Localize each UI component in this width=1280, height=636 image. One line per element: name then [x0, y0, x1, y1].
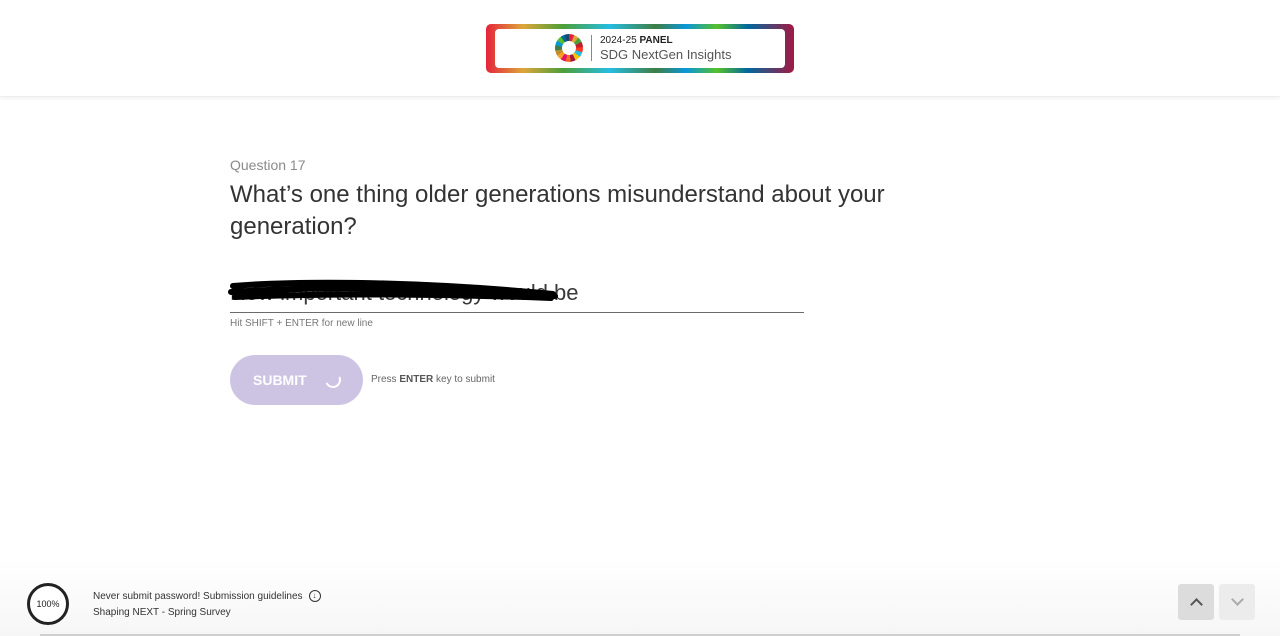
- sdg-wheel-icon: [555, 34, 583, 62]
- guidelines-text: Never submit password! Submission guidel…: [93, 590, 303, 602]
- press-prefix: Press: [371, 374, 397, 385]
- chevron-down-icon: [1230, 593, 1244, 606]
- header: 2024-25 PANEL SDG NextGen Insights: [0, 0, 1280, 97]
- question-title: What’s one thing older generations misun…: [230, 181, 885, 240]
- survey-name: Shaping NEXT - Spring Survey: [93, 607, 231, 618]
- progress-indicator: 100%: [27, 583, 69, 625]
- logo-inner: 2024-25 PANEL SDG NextGen Insights: [495, 29, 785, 68]
- press-key: ENTER: [399, 374, 434, 385]
- redaction-scribble: [228, 279, 558, 301]
- submission-guidelines[interactable]: Never submit password! Submission guidel…: [93, 590, 321, 602]
- logo-title: SDG NextGen Insights: [600, 47, 732, 62]
- info-icon[interactable]: ↓: [308, 590, 321, 602]
- logo-divider: [591, 35, 592, 61]
- press-suffix: key to submit: [436, 374, 495, 385]
- submit-button[interactable]: SUBMIT: [230, 355, 363, 405]
- answer-input[interactable]: How important technology would be: [228, 272, 804, 313]
- panel-logo: 2024-25 PANEL SDG NextGen Insights: [486, 24, 794, 73]
- press-enter-hint: Press ENTER key to submit: [371, 374, 495, 385]
- previous-question-button[interactable]: [1178, 584, 1214, 620]
- question-number: Question 17: [230, 157, 306, 173]
- logo-year-line: 2024-25 PANEL: [600, 35, 673, 46]
- question-block: Question 17 What’s one thing older gener…: [230, 150, 930, 243]
- logo-year: 2024-25: [600, 35, 637, 46]
- next-question-button[interactable]: [1219, 584, 1255, 620]
- newline-hint: Hit SHIFT + ENTER for new line: [230, 318, 373, 329]
- chevron-up-icon: [1189, 598, 1203, 611]
- logo-panel-label: PANEL: [639, 35, 673, 46]
